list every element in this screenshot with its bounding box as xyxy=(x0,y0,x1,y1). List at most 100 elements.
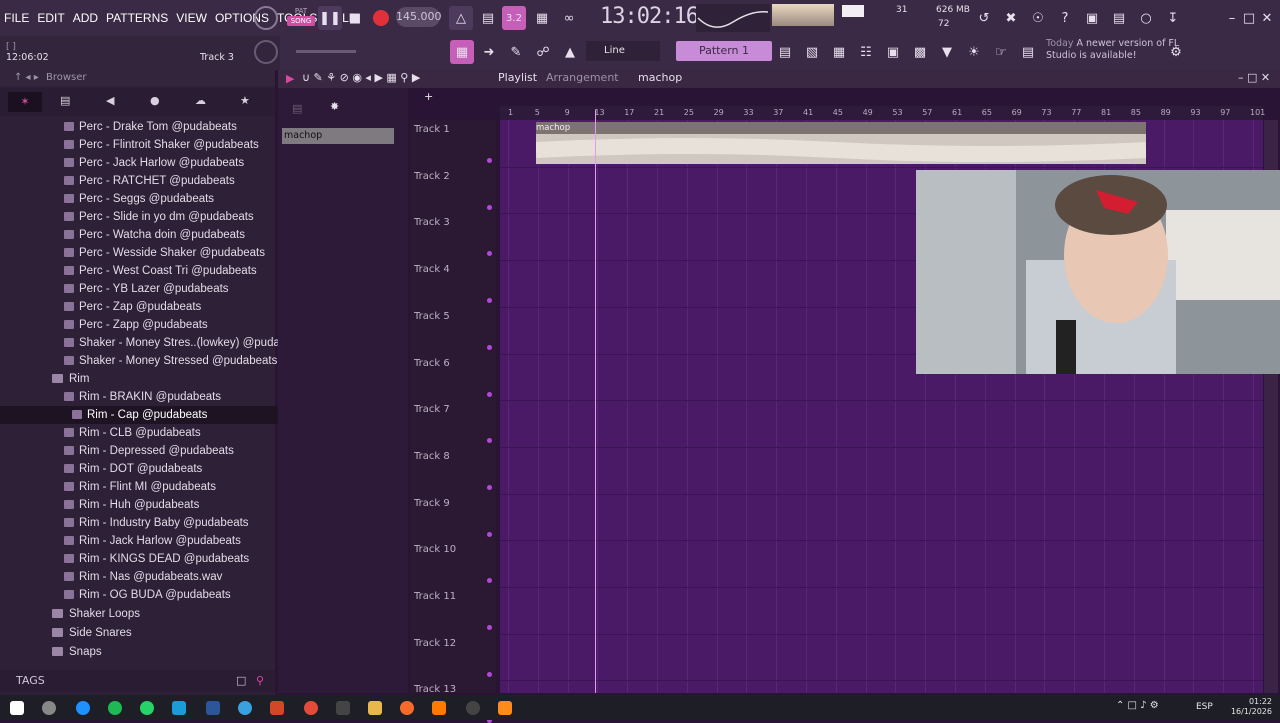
track-name[interactable]: Track 7 xyxy=(414,404,450,415)
search-icon[interactable]: ⚲ xyxy=(256,670,264,692)
plug-icon[interactable]: ▼ xyxy=(935,40,959,64)
menu-edit[interactable]: EDIT xyxy=(33,11,68,25)
microphone-icon[interactable]: ☉ xyxy=(1026,6,1050,30)
playlist-window-controls[interactable]: – □ ✕ xyxy=(1238,71,1270,84)
menu-file[interactable]: FILE xyxy=(0,11,33,25)
browser-plugins-tab-icon[interactable]: ● xyxy=(150,94,160,107)
track-mute-led-icon[interactable] xyxy=(487,204,492,210)
fl-studio-task-icon[interactable] xyxy=(432,701,446,715)
track-name[interactable]: Track 2 xyxy=(414,171,450,182)
wait-input-icon[interactable]: ▤ xyxy=(476,6,500,30)
track-mute-led-icon[interactable] xyxy=(487,625,492,630)
chat-icon[interactable]: ○ xyxy=(1134,6,1158,30)
download-icon[interactable]: ↧ xyxy=(1161,6,1185,30)
step-edit-icon[interactable]: ▦ xyxy=(530,6,554,30)
system-clock[interactable]: 01:22 16/1/2026 xyxy=(1212,697,1272,717)
snap-value-button[interactable]: 3.2 xyxy=(502,6,526,30)
track-mute-led-icon[interactable] xyxy=(487,251,492,257)
stamp-icon[interactable]: ▲ xyxy=(558,40,582,64)
metronome-icon[interactable]: △ xyxy=(449,6,473,30)
pat-song-toggle[interactable]: PAT SONG xyxy=(287,6,315,30)
tempo-display[interactable]: 145.000 xyxy=(396,7,442,27)
pattern-list-item[interactable]: machop xyxy=(282,128,394,144)
browser-folder[interactable]: Side Snares xyxy=(0,624,322,642)
system-tray-icons[interactable]: ⌃ □ ♪ ⚙ xyxy=(1116,700,1159,711)
track-name[interactable]: Track 3 xyxy=(414,217,450,228)
settings-icon[interactable]: ⚙ xyxy=(1164,40,1188,64)
word-icon[interactable] xyxy=(206,701,220,715)
browser-folder[interactable]: Snaps xyxy=(0,643,322,661)
playlist-play-icon[interactable]: ▶ xyxy=(286,72,294,85)
pattern-selector[interactable]: Pattern 1 xyxy=(676,41,772,61)
project-icon[interactable]: ▩ xyxy=(908,40,932,64)
track-mute-led-icon[interactable] xyxy=(487,158,492,163)
browser-favorites-tab-icon[interactable]: ★ xyxy=(240,94,250,107)
audio-clip-icon[interactable]: ✸ xyxy=(330,100,339,113)
piano-roll-icon[interactable]: ▦ xyxy=(827,40,851,64)
chrome-app-icon[interactable] xyxy=(76,701,90,715)
master-pitch-knob[interactable] xyxy=(254,40,278,64)
undo-icon[interactable]: ↺ xyxy=(972,6,996,30)
channel-rack-icon[interactable]: ▧ xyxy=(800,40,824,64)
track-mute-led-icon[interactable] xyxy=(487,484,492,490)
playlist-tools-icons[interactable]: ∪ ✎ ⚘ ⊘ ◉ ◂ ▶ ▦ ⚲ ▶ xyxy=(302,71,420,84)
stop-button[interactable]: ■ xyxy=(343,6,367,30)
master-volume-slider[interactable] xyxy=(296,50,356,53)
file-explorer-icon[interactable] xyxy=(368,701,382,715)
obs-icon[interactable] xyxy=(466,701,480,715)
menu-add[interactable]: ADD xyxy=(69,11,102,25)
record-button[interactable] xyxy=(369,6,393,30)
render-icon[interactable]: ▤ xyxy=(1107,6,1131,30)
track-mute-led-icon[interactable] xyxy=(487,578,492,584)
taskbar-search-icon[interactable] xyxy=(42,701,56,715)
track-mute-led-icon[interactable] xyxy=(487,391,492,397)
powerpoint-icon[interactable] xyxy=(270,701,284,715)
hand-icon[interactable]: ☞ xyxy=(989,40,1013,64)
track-name[interactable]: Track 12 xyxy=(414,638,456,649)
language-indicator[interactable]: ESP xyxy=(1196,702,1213,712)
mixer-icon[interactable]: ▤ xyxy=(773,40,797,64)
add-track-icon[interactable]: + xyxy=(424,90,433,103)
menu-view[interactable]: VIEW xyxy=(172,11,211,25)
touch-icon[interactable]: ☀ xyxy=(962,40,986,64)
cpu-knob-icon[interactable] xyxy=(254,6,278,30)
playhead[interactable] xyxy=(595,110,596,693)
cart-icon[interactable]: ▤ xyxy=(1016,40,1040,64)
track-name[interactable]: Track 10 xyxy=(414,544,456,555)
save-icon[interactable]: ▣ xyxy=(1080,6,1104,30)
app-icon[interactable] xyxy=(336,701,350,715)
browser-icon[interactable]: ☷ xyxy=(854,40,878,64)
help-icon[interactable]: ? xyxy=(1053,6,1077,30)
whatsapp-icon[interactable] xyxy=(140,701,154,715)
track-name[interactable]: Track 5 xyxy=(414,311,450,322)
windows-start-icon[interactable] xyxy=(10,701,24,715)
track-mute-led-icon[interactable] xyxy=(487,344,492,350)
chrome-icon[interactable] xyxy=(304,701,318,715)
cut-tool-icon[interactable]: ✖ xyxy=(999,6,1023,30)
plugin-picker-icon[interactable]: ▣ xyxy=(881,40,905,64)
firefox-icon[interactable] xyxy=(400,701,414,715)
track-mute-led-icon[interactable] xyxy=(487,298,492,304)
track-mute-led-icon[interactable] xyxy=(487,531,492,537)
playlist-icon[interactable]: ▦ xyxy=(450,40,474,64)
track-name[interactable]: Track 1 xyxy=(414,124,450,135)
minimize-icon[interactable]: – xyxy=(1224,6,1240,30)
pencil-icon[interactable]: ✎ xyxy=(504,40,528,64)
picker-icon[interactable]: ▤ xyxy=(292,102,302,115)
spotify-icon[interactable] xyxy=(108,701,122,715)
track-name[interactable]: Track 9 xyxy=(414,498,450,509)
track-name[interactable]: Track 4 xyxy=(414,264,450,275)
snap-mode-select[interactable]: Line xyxy=(586,41,660,61)
browser-folder[interactable]: Shaker Loops xyxy=(0,605,322,623)
browser-folder-rim[interactable]: Rim xyxy=(0,370,322,388)
browser-nav-icon[interactable]: ↑ ◂ ▸ xyxy=(14,72,39,83)
browser-speaker-tab-icon[interactable]: ◀ xyxy=(106,94,114,107)
track-name[interactable]: Track 11 xyxy=(414,591,456,602)
browser-cloud-tab-icon[interactable]: ☁ xyxy=(195,94,206,107)
fl-studio-icon[interactable] xyxy=(498,701,512,715)
track-name[interactable]: Track 6 xyxy=(414,358,450,369)
arrow-icon[interactable]: ➜ xyxy=(477,40,501,64)
steam-icon[interactable] xyxy=(172,701,186,715)
track-mute-led-icon[interactable] xyxy=(487,671,492,677)
track-name[interactable]: Track 13 xyxy=(414,684,456,695)
